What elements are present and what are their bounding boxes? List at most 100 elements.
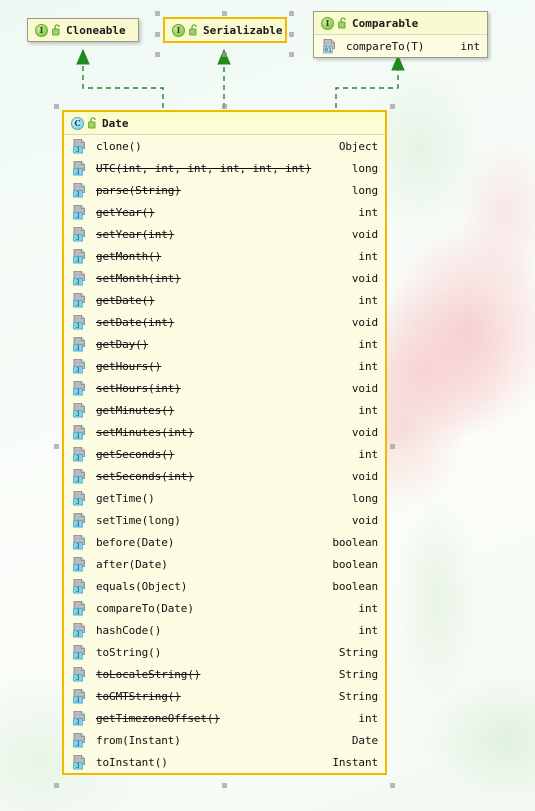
- resize-handle-s[interactable]: [222, 52, 227, 57]
- member-type: int: [358, 711, 378, 725]
- svg-text:J: J: [76, 652, 80, 660]
- resize-handle-se[interactable]: [390, 783, 395, 788]
- method-j-icon: J: [73, 248, 87, 264]
- svg-text:J: J: [76, 762, 80, 770]
- node-cloneable-header[interactable]: I Cloneable: [28, 19, 138, 41]
- method-j-icon: J: [73, 688, 87, 704]
- resize-handle-e[interactable]: [390, 444, 395, 449]
- member-row[interactable]: JcompareTo(Date) int: [64, 597, 385, 619]
- resize-handle-sw[interactable]: [155, 52, 160, 57]
- member-name: setMonth(int): [96, 271, 181, 285]
- member-name: toString(): [96, 645, 162, 659]
- node-comparable[interactable]: I Comparable 01 compareTo(T) int: [313, 11, 488, 58]
- method-j-icon: J: [73, 138, 87, 154]
- member-type: int: [358, 337, 378, 351]
- method-j-icon: J: [73, 380, 87, 396]
- member-name: from(Instant): [96, 733, 181, 747]
- resize-handle-ne[interactable]: [289, 11, 294, 16]
- member-row[interactable]: JgetTimezoneOffset() int: [64, 707, 385, 729]
- member-row[interactable]: JgetYear() int: [64, 201, 385, 223]
- member-row[interactable]: Jfrom(Instant) Date: [64, 729, 385, 751]
- member-name: compareTo(Date): [96, 601, 194, 615]
- member-row[interactable]: J UTC(int, int, int, int, int, int) long: [64, 157, 385, 179]
- member-row[interactable]: Jbefore(Date) boolean: [64, 531, 385, 553]
- member-type: Object: [338, 139, 378, 153]
- member-row[interactable]: JhashCode() int: [64, 619, 385, 641]
- member-type: boolean: [332, 535, 378, 549]
- svg-text:J: J: [76, 212, 80, 220]
- member-row[interactable]: JsetHours(int) void: [64, 377, 385, 399]
- resize-handle-w[interactable]: [155, 32, 160, 37]
- member-row[interactable]: JgetMinutes() int: [64, 399, 385, 421]
- member-row[interactable]: JsetMinutes(int) void: [64, 421, 385, 443]
- member-row[interactable]: Jparse(String) long: [64, 179, 385, 201]
- node-cloneable[interactable]: I Cloneable: [27, 18, 139, 42]
- member-type: boolean: [332, 557, 378, 571]
- svg-text:J: J: [76, 498, 80, 506]
- resize-handle-se[interactable]: [289, 52, 294, 57]
- member-name: setMinutes(int): [96, 425, 194, 439]
- member-name: clone(): [96, 139, 142, 153]
- member-row[interactable]: JsetYear(int) void: [64, 223, 385, 245]
- member-row[interactable]: JsetSeconds(int) void: [64, 465, 385, 487]
- method-j-icon: J: [73, 578, 87, 594]
- member-row[interactable]: JtoInstant() Instant: [64, 751, 385, 773]
- resize-handle-ne[interactable]: [390, 104, 395, 109]
- resize-handle-e[interactable]: [289, 32, 294, 37]
- member-name: setYear(int): [96, 227, 175, 241]
- member-type: int: [358, 205, 378, 219]
- member-row[interactable]: JgetDay() int: [64, 333, 385, 355]
- method-j-icon: J: [73, 424, 87, 440]
- resize-handle-n[interactable]: [222, 104, 227, 109]
- member-row[interactable]: JtoString() String: [64, 641, 385, 663]
- node-serializable[interactable]: I Serializable: [163, 17, 287, 43]
- resize-handle-s[interactable]: [222, 783, 227, 788]
- method-j-icon: J: [73, 292, 87, 308]
- member-row[interactable]: JtoGMTString() String: [64, 685, 385, 707]
- method-j-icon: J: [73, 314, 87, 330]
- member-row[interactable]: JgetHours() int: [64, 355, 385, 377]
- member-type: void: [351, 271, 378, 285]
- member-row[interactable]: JgetDate() int: [64, 289, 385, 311]
- resize-handle-w[interactable]: [54, 444, 59, 449]
- node-serializable-header[interactable]: I Serializable: [165, 19, 285, 41]
- member-row[interactable]: JgetMonth() int: [64, 245, 385, 267]
- member-type: void: [351, 469, 378, 483]
- node-comparable-header[interactable]: I Comparable: [314, 12, 487, 34]
- member-name: setSeconds(int): [96, 469, 194, 483]
- member-row[interactable]: JsetMonth(int) void: [64, 267, 385, 289]
- svg-text:J: J: [76, 146, 80, 154]
- member-row[interactable]: Jafter(Date) boolean: [64, 553, 385, 575]
- member-name: getYear(): [96, 205, 155, 219]
- method-j-icon: J: [73, 644, 87, 660]
- member-row[interactable]: Jequals(Object) boolean: [64, 575, 385, 597]
- member-row[interactable]: JgetSeconds() int: [64, 443, 385, 465]
- svg-text:J: J: [76, 542, 80, 550]
- svg-text:J: J: [76, 564, 80, 572]
- resize-handle-n[interactable]: [222, 11, 227, 16]
- member-type: void: [351, 315, 378, 329]
- method-j-icon: J: [73, 226, 87, 242]
- member-type: String: [338, 645, 378, 659]
- node-date[interactable]: C Date Jclone() Object J UTC(int, int, int,…: [62, 110, 387, 775]
- svg-text:01: 01: [324, 46, 332, 53]
- member-row[interactable]: JgetTime() long: [64, 487, 385, 509]
- node-date-header[interactable]: C Date: [64, 112, 385, 134]
- resize-handle-nw[interactable]: [155, 11, 160, 16]
- member-row[interactable]: JsetDate(int) void: [64, 311, 385, 333]
- interface-icon: I: [321, 16, 334, 30]
- member-name: equals(Object): [96, 579, 188, 593]
- member-row[interactable]: 01 compareTo(T) int: [314, 35, 487, 57]
- member-row[interactable]: JtoLocaleString() String: [64, 663, 385, 685]
- svg-text:J: J: [76, 432, 80, 440]
- svg-text:J: J: [76, 696, 80, 704]
- resize-handle-nw[interactable]: [54, 104, 59, 109]
- member-type: int: [358, 601, 378, 615]
- member-row[interactable]: Jclone() Object: [64, 135, 385, 157]
- member-type: int: [358, 249, 378, 263]
- member-row[interactable]: JsetTime(long) void: [64, 509, 385, 531]
- member-name: getHours(): [96, 359, 162, 373]
- resize-handle-sw[interactable]: [54, 783, 59, 788]
- member-name: before(Date): [96, 535, 175, 549]
- member-name: getSeconds(): [96, 447, 175, 461]
